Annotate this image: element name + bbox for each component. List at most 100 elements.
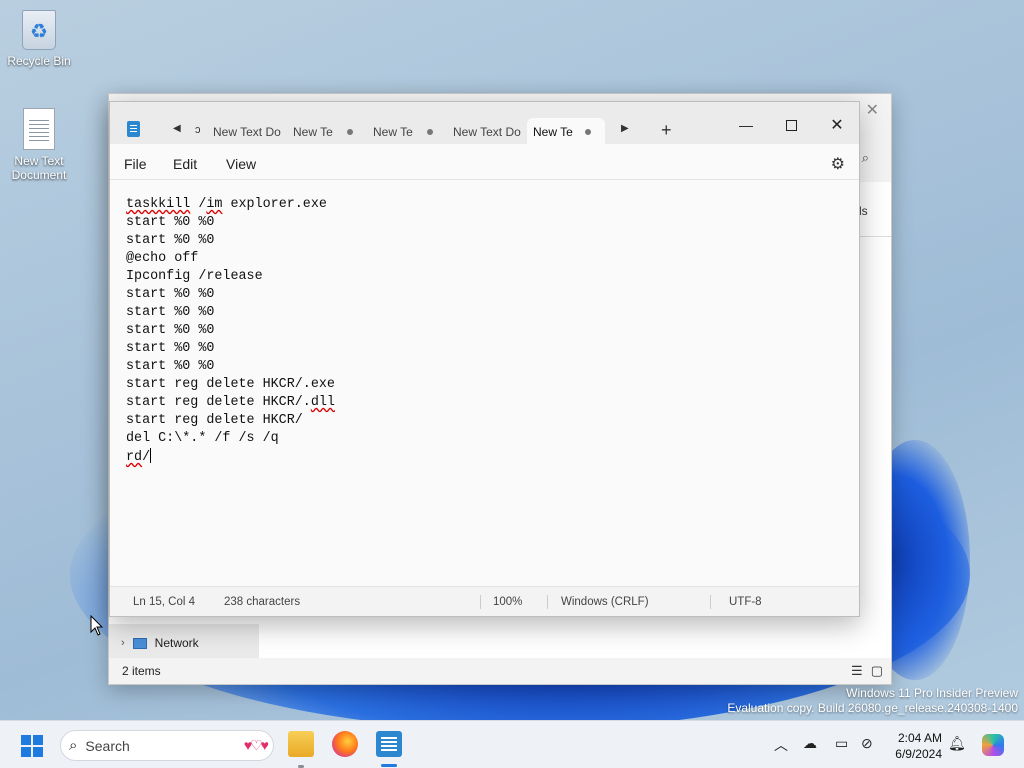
misspelled-word: dll <box>310 395 335 410</box>
tab-3[interactable]: New Te <box>369 118 447 146</box>
tab-4[interactable]: New Text Do <box>449 118 527 146</box>
editor-line: start %0 %0 <box>126 305 215 320</box>
tab-scroll-right-icon[interactable]: ▶ <box>621 123 629 134</box>
explorer-column-fragment: ls <box>859 182 891 237</box>
editor-line: @echo off <box>126 251 199 266</box>
new-tab-plus-icon[interactable]: + <box>661 120 672 141</box>
editor-line: start %0 %0 <box>126 359 215 374</box>
editor-line: start %0 %0 <box>126 341 215 356</box>
settings-gear-icon[interactable]: ⚙ <box>831 154 845 174</box>
recycle-bin-icon <box>22 10 56 50</box>
desktop-icon-label: New Text Document <box>11 154 67 182</box>
editor-line: start %0 %0 <box>126 215 215 230</box>
copilot-icon[interactable] <box>982 734 1004 756</box>
editor-line: taskkill /im explorer.exe <box>126 197 327 212</box>
windows-logo-tile <box>33 735 43 745</box>
explorer-column-text: ls <box>859 204 868 218</box>
explorer-close-icon[interactable]: ✕ <box>866 100 879 120</box>
unsaved-dot-icon <box>585 129 591 135</box>
windows-logo-tile <box>21 747 31 757</box>
volume-muted-icon[interactable]: ⊘ <box>861 735 873 752</box>
close-button[interactable]: ✕ <box>815 110 859 140</box>
watermark-line-2: Evaluation copy. Build 26080.ge_release.… <box>727 701 1018 715</box>
editor-line: del C:\*.* /f /s /q <box>126 431 279 446</box>
mouse-pointer-icon <box>90 615 104 636</box>
explorer-item-count: 2 items <box>122 664 161 678</box>
notepad-icon[interactable] <box>376 731 402 757</box>
details-view-icon[interactable]: ☰ <box>851 663 863 679</box>
notification-bell-icon[interactable]: 🔔︎ <box>948 735 966 752</box>
display-icon[interactable]: ▭ <box>835 735 848 752</box>
clock-date: 6/9/2024 <box>895 747 942 761</box>
tab-label: New Te <box>373 125 413 139</box>
tab-1[interactable]: New Text Do <box>209 118 287 146</box>
editor-line: start reg delete HKCR/ <box>126 413 303 428</box>
maximize-icon <box>785 119 797 131</box>
editor-line: start reg delete HKCR/.dll <box>126 395 335 410</box>
firefox-icon[interactable] <box>332 731 358 757</box>
taskbar: ⌕ Search ♥♡♥ ︿ ☁ ▭ ⊘ 2:04 AM 6/9/2024 🔔︎ <box>0 720 1024 768</box>
search-highlight-hearts-icon: ♥♡♥ <box>243 737 269 753</box>
menu-edit[interactable]: Edit <box>173 156 197 172</box>
taskbar-search-box[interactable]: ⌕ Search ♥♡♥ <box>60 730 274 761</box>
editor-line: start reg delete HKCR/.exe <box>126 377 335 392</box>
zoom-level: 100% <box>493 596 523 608</box>
line-ending: Windows (CRLF) <box>561 596 649 608</box>
editor-line: start %0 %0 <box>126 287 215 302</box>
minimize-button[interactable]: — <box>724 110 768 140</box>
misspelled-word: taskkill <box>126 197 191 212</box>
notepad-app-icon <box>127 121 140 137</box>
character-count: 238 characters <box>224 596 301 608</box>
editor-line: rd/ <box>126 448 152 465</box>
unsaved-dot-icon <box>347 129 353 135</box>
tab-5-active[interactable]: New Te <box>527 118 605 146</box>
search-icon: ⌕ <box>69 737 78 754</box>
explorer-nav-network[interactable]: › Network <box>109 624 259 662</box>
windows-logo-icon <box>21 735 31 745</box>
status-divider <box>480 595 481 609</box>
minimize-icon: — <box>739 117 753 133</box>
misspelled-word: rd <box>126 450 143 465</box>
active-app-indicator <box>381 764 397 767</box>
notepad-window: ◀ ɔ New Text Do New Te New Te New Text D… <box>109 101 860 617</box>
encoding: UTF-8 <box>729 596 762 608</box>
onedrive-offline-icon[interactable]: ☁ <box>803 735 817 752</box>
desktop-icon-recycle-bin[interactable]: Recycle Bin <box>1 10 77 68</box>
misspelled-word: im <box>206 197 223 212</box>
tab-scroll-left-icon[interactable]: ◀ <box>173 123 181 134</box>
status-divider <box>547 595 548 609</box>
status-divider <box>710 595 711 609</box>
notepad-menu-bar: File Edit View ⚙ <box>110 144 859 180</box>
file-explorer-icon[interactable] <box>288 731 314 757</box>
chevron-up-icon[interactable]: ︿ <box>774 735 788 755</box>
search-placeholder: Search <box>85 737 130 754</box>
tab-overflow-fragment: ɔ <box>195 124 201 136</box>
menu-file[interactable]: File <box>124 156 147 172</box>
tiles-view-icon[interactable]: ▢ <box>871 663 883 679</box>
taskbar-clock[interactable]: 2:04 AM 6/9/2024 <box>884 730 942 762</box>
close-icon: ✕ <box>830 117 844 134</box>
unsaved-dot-icon <box>427 129 433 135</box>
watermark-line-1: Windows 11 Pro Insider Preview <box>846 686 1018 700</box>
menu-view[interactable]: View <box>226 156 256 172</box>
tab-2[interactable]: New Te <box>289 118 367 146</box>
explorer-view-toggles: ☰ ▢ <box>851 663 883 679</box>
editor-line: start %0 %0 <box>126 233 215 248</box>
notepad-titlebar[interactable]: ◀ ɔ New Text Do New Te New Te New Text D… <box>110 102 859 146</box>
tab-label: New Te <box>293 125 333 139</box>
text-document-icon <box>23 108 55 150</box>
text-caret <box>150 448 152 463</box>
explorer-search-icon[interactable]: ⌕ <box>862 150 869 166</box>
desktop-icon-label: Recycle Bin <box>7 54 71 68</box>
chevron-right-icon[interactable]: › <box>121 637 125 649</box>
text-editor-area[interactable]: taskkill /im explorer.exe start %0 %0 st… <box>126 196 843 576</box>
start-button[interactable] <box>21 735 43 757</box>
tab-label: New Text Do <box>213 125 281 139</box>
tab-label: New Text Do <box>453 125 521 139</box>
maximize-button[interactable] <box>769 110 813 140</box>
windows-logo-tile <box>33 747 43 757</box>
cursor-position: Ln 15, Col 4 <box>133 596 196 608</box>
desktop-icon-new-text-document[interactable]: New Text Document <box>1 108 77 182</box>
explorer-status-bar: 2 items <box>109 658 891 684</box>
notepad-status-bar: Ln 15, Col 4 238 characters 100% Windows… <box>110 586 859 616</box>
